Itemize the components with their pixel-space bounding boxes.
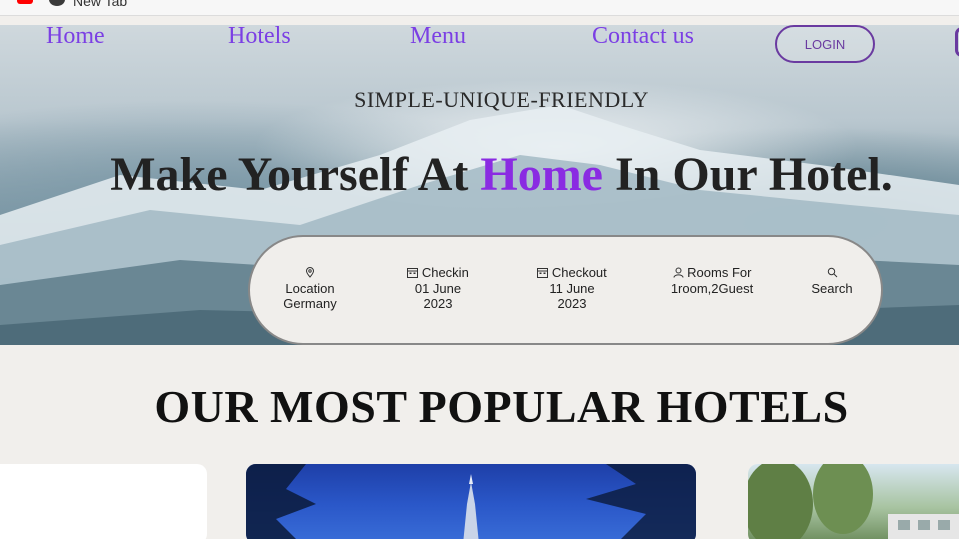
hero-tagline: SIMPLE-UNIQUE-FRIENDLY	[354, 87, 649, 112]
tab-favicon-icon	[49, 0, 65, 6]
checkout-label: Checkout	[551, 265, 607, 280]
nav-home-link[interactable]: Home	[46, 25, 105, 50]
rooms-label: Rooms For	[687, 265, 752, 280]
checkin-label: Checkin	[421, 265, 469, 280]
headline-before: Make Yourself At	[110, 148, 481, 201]
checkout-date: 11 June	[549, 280, 595, 296]
tab-title[interactable]: New Tab	[73, 0, 127, 9]
hotel-image	[246, 464, 696, 539]
nav-menu-link[interactable]: Menu	[410, 25, 466, 50]
search-button[interactable]: Search	[802, 265, 862, 296]
nav-hotels-link[interactable]: Hotels	[228, 25, 291, 50]
hero-section: Home Hotels Menu Contact us LOGIN SIMPLE…	[0, 25, 959, 345]
checkin-year: 2023	[423, 296, 453, 311]
hotel-card[interactable]	[246, 464, 696, 539]
browser-tab-strip: New Tab	[0, 0, 959, 16]
menu-toggle-button[interactable]	[955, 27, 959, 57]
location-pin-icon	[305, 265, 315, 280]
location-label: Location	[285, 280, 335, 296]
headline-accent: Home	[480, 148, 603, 201]
calendar-icon	[537, 265, 549, 280]
booking-search-bar: Location Germany Checkin 01 June 2023 Ch…	[248, 235, 883, 345]
user-icon	[673, 265, 684, 280]
hotel-image	[748, 464, 959, 539]
location-field[interactable]: Location Germany	[270, 265, 350, 312]
login-button[interactable]: LOGIN	[775, 25, 875, 63]
location-value: Germany	[283, 296, 337, 311]
hero-headline: Make Yourself At Home In Our Hotel.	[0, 147, 959, 202]
checkout-year: 2023	[557, 296, 587, 311]
search-label: Search	[811, 280, 853, 296]
popular-hotels-heading: OUR MOST POPULAR HOTELS	[154, 381, 849, 432]
search-icon	[827, 265, 838, 280]
nav-contact-link[interactable]: Contact us	[592, 25, 694, 50]
checkin-field[interactable]: Checkin 01 June 2023	[398, 265, 478, 312]
checkout-field[interactable]: Checkout 11 June 2023	[530, 265, 614, 312]
hotel-card[interactable]	[748, 464, 959, 539]
hotel-card[interactable]	[0, 464, 207, 539]
calendar-icon	[407, 265, 419, 280]
youtube-icon[interactable]	[17, 0, 33, 4]
checkin-date: 01 June	[414, 280, 462, 296]
headline-after: In Our Hotel.	[602, 148, 893, 201]
rooms-value: 1room,2Guest	[670, 280, 754, 296]
rooms-field[interactable]: Rooms For 1room,2Guest	[660, 265, 764, 296]
